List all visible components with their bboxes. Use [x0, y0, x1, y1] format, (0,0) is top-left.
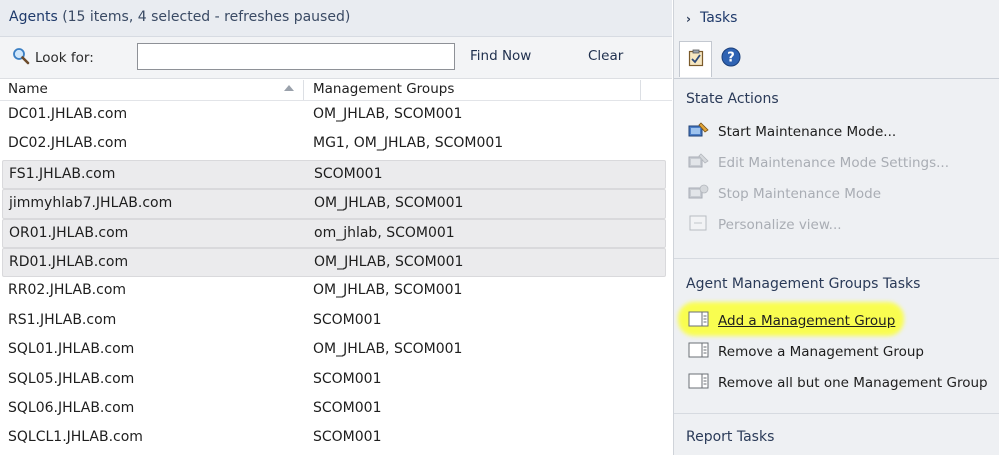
search-input[interactable] [137, 43, 455, 70]
task-tabs: ? [674, 37, 999, 79]
cell-name: SQLCL1.JHLAB.com [8, 429, 143, 446]
start-maintenance-mode-task[interactable]: Start Maintenance Mode... [674, 116, 999, 147]
remove-all-but-one-management-group-task[interactable]: Remove all but one Management Group [674, 367, 999, 398]
table-row[interactable]: SQLCL1.JHLAB.com SCOM001 [0, 424, 666, 453]
cell-name: SQL01.JHLAB.com [8, 341, 135, 358]
task-label: Remove a Management Group [718, 343, 924, 360]
cell-management-groups: SCOM001 [314, 165, 383, 182]
cell-name: OR01.JHLAB.com [9, 224, 129, 241]
chevron-right-icon: › [686, 12, 691, 26]
table-row[interactable]: SQL06.JHLAB.com SCOM001 [0, 395, 666, 424]
task-label: Personalize view... [718, 216, 842, 233]
cell-management-groups: OM_JHLAB, SCOM001 [313, 282, 463, 299]
cell-management-groups: om_jhlab, SCOM001 [314, 224, 455, 241]
agent-management-groups-tasks-section: Agent Management Groups Tasks Add a Mana… [674, 258, 999, 398]
report-tasks-title: Report Tasks [686, 429, 775, 445]
table-row-selected[interactable]: RD01.JHLAB.com OM_JHLAB, SCOM001 [2, 247, 666, 278]
table-row-selected[interactable]: OR01.JHLAB.com om_jhlab, SCOM001 [2, 218, 666, 248]
cell-management-groups: SCOM001 [313, 399, 382, 416]
maintenance-settings-icon [688, 152, 710, 174]
help-icon: ? [721, 47, 741, 71]
personalize-view-task[interactable]: Personalize view... [674, 209, 999, 240]
cell-name: DC01.JHLAB.com [8, 106, 128, 122]
tab-tasks[interactable] [679, 41, 712, 77]
task-label: Start Maintenance Mode... [718, 123, 897, 140]
cell-management-groups: SCOM001 [313, 311, 382, 328]
agents-grid: DC01.JHLAB.com OM_JHLAB, SCOM001 DC02.JHL… [0, 101, 672, 454]
cell-name: RR02.JHLAB.com [8, 282, 127, 299]
clear-button[interactable]: Clear [588, 48, 623, 64]
find-now-button[interactable]: Find Now [470, 48, 531, 64]
task-label: Add a Management Group [718, 312, 896, 329]
sort-ascending-icon [284, 85, 294, 91]
cell-management-groups: SCOM001 [313, 429, 382, 446]
agent-mg-tasks-title: Agent Management Groups Tasks [686, 276, 921, 292]
cell-management-groups: OM_JHLAB, SCOM001 [314, 195, 464, 212]
svg-text:?: ? [727, 51, 735, 66]
cell-management-groups: OM_JHLAB, SCOM001 [314, 253, 464, 270]
task-window-icon [688, 341, 710, 363]
personalize-view-icon [688, 214, 710, 236]
task-window-icon [688, 310, 710, 332]
pane-subtitle: (15 items, 4 selected - refreshes paused… [62, 9, 351, 25]
table-row[interactable]: RS1.JHLAB.com SCOM001 [0, 307, 666, 336]
pane-header: Agents (15 items, 4 selected - refreshes… [0, 0, 672, 37]
cell-name: RD01.JHLAB.com [9, 253, 129, 270]
add-management-group-task[interactable]: Add a Management Group [674, 302, 999, 336]
state-actions-section: State Actions Start Maintenance Mode... … [674, 80, 999, 240]
tasks-title: Tasks [699, 10, 738, 26]
tab-help[interactable]: ? [720, 47, 742, 71]
look-for-label: Look for: [12, 48, 94, 68]
table-row[interactable]: RR02.JHLAB.com OM_JHLAB, SCOM001 [0, 277, 666, 306]
table-row[interactable]: DC02.JHLAB.com MG1, OM_JHLAB, SCOM001 [0, 130, 666, 159]
state-actions-title: State Actions [686, 91, 779, 107]
task-label: Remove all but one Management Group [718, 374, 988, 391]
search-bar: Look for: Find Now Clear [0, 37, 672, 79]
table-row[interactable]: SQL01.JHLAB.com OM_JHLAB, SCOM001 [0, 336, 666, 365]
cell-name: jimmyhlab7.JHLAB.com [9, 195, 173, 212]
agents-pane: Agents (15 items, 4 selected - refreshes… [0, 0, 672, 455]
table-row-selected[interactable]: jimmyhlab7.JHLAB.com OM_JHLAB, SCOM001 [2, 189, 666, 219]
cell-management-groups: OM_JHLAB, SCOM001 [313, 106, 463, 122]
tasks-pane: › Tasks ? State Actions Start Maintenanc… [673, 0, 999, 455]
magnifier-icon [12, 47, 30, 69]
column-header-management-groups[interactable]: Management Groups [313, 80, 641, 100]
cell-management-groups: SCOM001 [313, 370, 382, 387]
look-for-text: Look for: [35, 50, 94, 66]
column-header-name[interactable]: Name [8, 80, 304, 100]
table-row[interactable]: DC01.JHLAB.com OM_JHLAB, SCOM001 [0, 101, 666, 130]
pane-title: Agents [9, 9, 58, 25]
grid-header: Name Management Groups [0, 79, 672, 101]
cell-name: DC02.JHLAB.com [8, 135, 128, 152]
table-row[interactable]: SQL05.JHLAB.com SCOM001 [0, 366, 666, 395]
maintenance-mode-icon [688, 121, 710, 143]
cell-name: RS1.JHLAB.com [8, 311, 117, 328]
cell-name: SQL06.JHLAB.com [8, 399, 135, 416]
cell-name: FS1.JHLAB.com [9, 165, 116, 182]
task-window-icon [688, 372, 710, 394]
tasks-header[interactable]: › Tasks [674, 0, 999, 37]
stop-maintenance-icon [688, 183, 710, 205]
edit-maintenance-mode-settings-task[interactable]: Edit Maintenance Mode Settings... [674, 147, 999, 178]
report-tasks-section: Report Tasks [674, 413, 999, 445]
task-label: Edit Maintenance Mode Settings... [718, 154, 949, 171]
cell-management-groups: MG1, OM_JHLAB, SCOM001 [313, 135, 504, 152]
tasks-clipboard-icon [688, 49, 704, 71]
table-row-selected[interactable]: FS1.JHLAB.com SCOM001 [2, 159, 666, 190]
cell-management-groups: OM_JHLAB, SCOM001 [313, 341, 463, 358]
cell-name: SQL05.JHLAB.com [8, 370, 135, 387]
remove-management-group-task[interactable]: Remove a Management Group [674, 336, 999, 367]
stop-maintenance-mode-task[interactable]: Stop Maintenance Mode [674, 178, 999, 209]
task-label: Stop Maintenance Mode [718, 185, 881, 202]
